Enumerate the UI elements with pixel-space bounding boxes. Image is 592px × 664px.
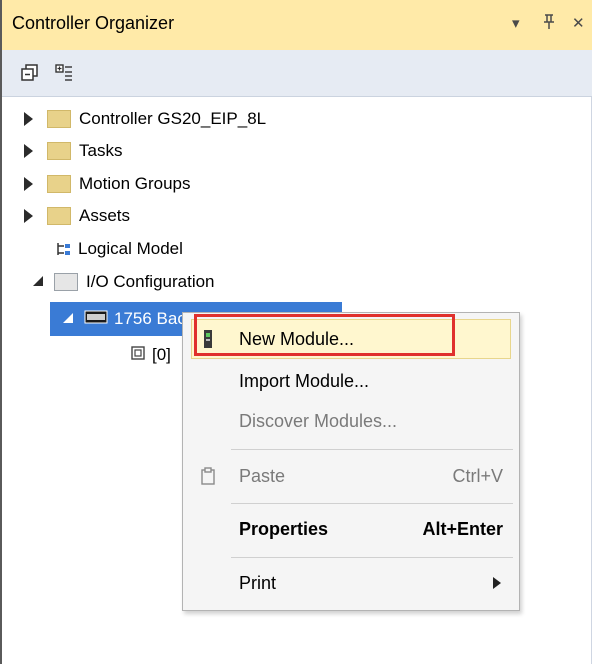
- menu-item-discover-modules[interactable]: Discover Modules...: [183, 401, 519, 441]
- title-bar: Controller Organizer ▾ ✕: [2, 0, 592, 50]
- dropdown-icon[interactable]: ▾: [512, 14, 520, 32]
- context-menu: New Module... Import Module... Discover …: [182, 312, 520, 611]
- expand-tree-icon[interactable]: [54, 63, 74, 83]
- menu-separator: [231, 557, 513, 558]
- menu-item-label: Print: [239, 572, 277, 593]
- menu-item-label: Paste: [239, 465, 286, 486]
- tree-item-io-configuration[interactable]: I/O Configuration: [32, 266, 215, 298]
- collapse-arrow-icon[interactable]: [32, 272, 44, 292]
- toolbar: [2, 50, 592, 97]
- menu-item-properties[interactable]: Properties Alt+Enter: [183, 509, 519, 549]
- logical-model-icon: [56, 241, 72, 257]
- tree-item-motion-groups[interactable]: Motion Groups: [24, 168, 191, 200]
- expand-arrow-icon[interactable]: [24, 112, 33, 126]
- menu-item-import-module[interactable]: Import Module...: [183, 361, 519, 401]
- tree-item-label: Motion Groups: [79, 174, 191, 193]
- tree-item-module-slot-0[interactable]: [0]: [130, 339, 171, 371]
- expand-arrow-icon[interactable]: [24, 144, 33, 158]
- folder-open-icon: [54, 273, 78, 291]
- folder-icon: [47, 175, 71, 193]
- folder-icon: [47, 110, 71, 128]
- expand-arrow-icon[interactable]: [24, 209, 33, 223]
- backplane-icon: [84, 309, 108, 329]
- collapse-arrow-icon[interactable]: [62, 309, 74, 329]
- close-icon[interactable]: ✕: [572, 14, 585, 32]
- menu-item-shortcut: Alt+Enter: [422, 518, 503, 539]
- tree-item-controller[interactable]: Controller GS20_EIP_8L: [24, 103, 266, 135]
- tree-item-label: Assets: [79, 206, 131, 225]
- menu-item-label: Discover Modules...: [239, 410, 398, 431]
- pin-icon[interactable]: [542, 14, 556, 34]
- menu-separator: [231, 503, 513, 504]
- menu-item-print[interactable]: Print: [183, 563, 519, 603]
- tree-item-label: Tasks: [79, 141, 123, 160]
- menu-separator: [231, 449, 513, 450]
- annotation-highlight-box: [194, 314, 455, 356]
- menu-item-label: Import Module...: [239, 370, 370, 391]
- menu-item-paste[interactable]: Paste Ctrl+V: [183, 456, 519, 496]
- tree-item-assets[interactable]: Assets: [24, 200, 130, 232]
- tree-item-label: Logical Model: [78, 239, 183, 258]
- paste-icon: [199, 467, 217, 490]
- tree-item-label: [0]: [152, 345, 171, 364]
- module-icon: [130, 345, 146, 366]
- expand-arrow-icon[interactable]: [24, 177, 33, 191]
- tree-item-label: I/O Configuration: [86, 272, 215, 291]
- collapse-all-icon[interactable]: [20, 63, 40, 83]
- tree-item-logical-model[interactable]: Logical Model: [56, 233, 183, 265]
- menu-item-shortcut: Ctrl+V: [452, 465, 503, 486]
- tree-item-label: Controller GS20_EIP_8L: [79, 109, 267, 128]
- tree-item-tasks[interactable]: Tasks: [24, 135, 122, 167]
- submenu-arrow-icon: [493, 577, 501, 589]
- controller-organizer-panel: Controller Organizer ▾ ✕ Controller GS20…: [0, 0, 592, 664]
- folder-icon: [47, 207, 71, 225]
- folder-icon: [47, 142, 71, 160]
- menu-item-label: Properties: [239, 518, 329, 539]
- panel-title: Controller Organizer: [12, 13, 175, 33]
